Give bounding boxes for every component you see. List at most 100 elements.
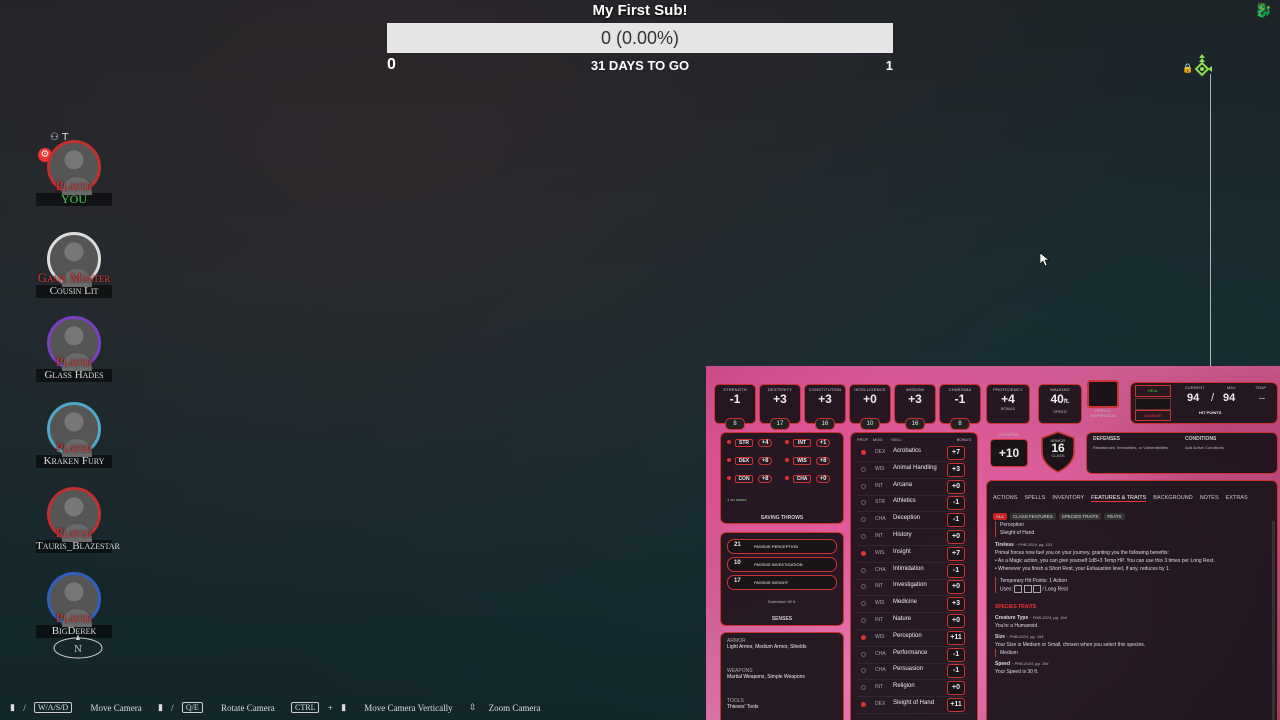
skill-row[interactable]: DEX Sleight of Hand +11 [857, 697, 967, 714]
tab-background[interactable]: BACKGROUND [1153, 495, 1192, 501]
tab-extras[interactable]: EXTRAS [1226, 495, 1248, 501]
skill-row[interactable]: INT Nature +0 [857, 613, 967, 630]
filter-feats[interactable]: FEATS [1104, 513, 1125, 520]
skill-row[interactable]: CHA Intimidation -1 [857, 563, 967, 580]
skill-bonus: -1 [947, 563, 965, 578]
proficiency-dot-icon [861, 550, 866, 556]
creature-type-title[interactable]: Creature Type [995, 615, 1028, 621]
ability-box-wisdom[interactable]: WISDOM +3 16 [894, 384, 936, 430]
ability-box-constitution[interactable]: CONSTITUTION +3 16 [804, 384, 846, 430]
ability-modifier: +3 [773, 392, 787, 406]
ability-box-charisma[interactable]: CHARISMA -1 8 [939, 384, 981, 430]
skill-bonus: +7 [947, 446, 965, 460]
tab-inventory[interactable]: INVENTORY [1052, 495, 1084, 501]
saving-throw-row[interactable]: WIS +8 [785, 457, 839, 468]
proficiency-dot-icon [861, 601, 866, 607]
filter-species-traits[interactable]: SPECIES TRAITS [1058, 513, 1102, 520]
skill-row[interactable]: INT Arcana +0 [857, 479, 967, 496]
ability-score: 16 [905, 418, 925, 430]
skill-row[interactable]: WIS Perception +11 [857, 630, 967, 647]
tab-spells[interactable]: SPELLS [1024, 495, 1045, 501]
save-ability: CON [735, 475, 753, 483]
proficiencies-box: ARMOR Light Armor, Medium Armor, Shields W… [720, 632, 844, 720]
hp-separator: / [1211, 392, 1215, 404]
player-entry[interactable]: Player Kraken Fury [36, 396, 112, 468]
skill-bonus: +3 [947, 462, 965, 477]
heal-button[interactable]: HEAL [1135, 385, 1171, 397]
skill-name: History [893, 532, 912, 538]
player-entry[interactable]: Player BigDerek [36, 566, 112, 638]
initiative-box[interactable]: INITIATIVE +10 [988, 432, 1030, 474]
use-checkbox-1[interactable] [1014, 585, 1023, 593]
damage-button[interactable]: DAMAGE [1135, 410, 1171, 421]
player-entry[interactable]: ⚙ ⚇ T Player YOU [36, 132, 112, 206]
app-logo-icon[interactable]: 🐉 [1255, 3, 1272, 19]
player-entry[interactable]: Player Glass Hades [36, 310, 112, 382]
compass-marker-icon[interactable] [1192, 54, 1212, 78]
skill-row[interactable]: CHA Persuasion -1 [857, 663, 967, 681]
features-scrollbar[interactable] [1272, 521, 1275, 720]
hp-temp[interactable]: -- [1259, 393, 1265, 403]
defenses-title[interactable]: DEFENSES [1093, 436, 1120, 442]
saving-throw-row[interactable]: INT +1 [785, 439, 839, 450]
skill-name: Persuasion [893, 666, 924, 673]
passive-label: PASSIVE INSIGHT [754, 580, 789, 585]
goal-max: 1 [885, 58, 893, 73]
zoom-camera-label: Zoom Camera [488, 702, 541, 713]
skill-bonus: +11 [947, 698, 965, 712]
tab-actions[interactable]: ACTIONS [993, 495, 1017, 501]
skill-row[interactable]: STR Athletics -1 [857, 495, 967, 513]
saving-throw-row[interactable]: DEX +8 [727, 457, 781, 468]
skill-row[interactable]: WIS Animal Handling +3 [857, 462, 967, 479]
hp-current[interactable]: 94 [1187, 392, 1199, 404]
skill-row[interactable]: INT Religion +0 [857, 680, 967, 698]
saving-throw-row[interactable]: CHA +0 [785, 475, 839, 486]
senses-box: 21 PASSIVE PERCEPTION 10 PASSIVE INVESTIGAT… [720, 532, 844, 626]
ability-score: 10 [860, 418, 880, 430]
heroic-label: HEROIC INSPIRATION [1090, 408, 1116, 418]
tireless-title[interactable]: Tireless [995, 542, 1014, 548]
skill-name: Animal Handling [893, 464, 937, 471]
character-sheet-panel[interactable]: STRENGTH -1 8 DEXTERITY +3 17 CONSTITUTION +3 16… [706, 366, 1280, 720]
speed-trait-title[interactable]: Speed [995, 661, 1010, 667]
use-checkbox-3[interactable] [1032, 585, 1041, 593]
passive-row: 17 PASSIVE INSIGHT [727, 575, 837, 590]
player-entry[interactable]: Player Tauris_Blazestar [36, 481, 120, 553]
proficiency-sub: BONUS [1000, 406, 1016, 411]
conditions-text[interactable]: Add Active Conditions [1185, 445, 1224, 450]
use-checkbox-2[interactable] [1023, 585, 1032, 593]
player-entry[interactable]: Game Master Cousin Lit [36, 226, 112, 298]
saving-throw-row[interactable]: CON +8 [727, 475, 781, 486]
mouse-icon: ▮ [157, 702, 163, 713]
heroic-inspiration[interactable]: HEROIC INSPIRATION [1086, 380, 1120, 424]
size-title[interactable]: Size [995, 634, 1005, 640]
skill-row[interactable]: WIS Insight +7 [857, 546, 967, 563]
species-traits-header: SPECIES TRAITS [995, 604, 1037, 611]
conditions-title[interactable]: CONDITIONS [1185, 436, 1216, 442]
saving-throw-row[interactable]: STR +4 [727, 439, 781, 450]
skills-header-bonus: BONUS [956, 437, 971, 442]
uses-label: Uses: [1000, 586, 1013, 593]
tireless-source: PHB-2024, pg. 121 [1018, 542, 1053, 547]
skill-row[interactable]: CHA Deception -1 [857, 512, 967, 530]
ability-box-intelligence[interactable]: INTELLIGENCE +0 10 [849, 384, 891, 430]
hp-input[interactable] [1135, 398, 1171, 410]
tab-features-traits[interactable]: FEATURES & TRAITS [1091, 495, 1147, 502]
tab-notes[interactable]: NOTES [1200, 495, 1219, 501]
ability-box-dexterity[interactable]: DEXTERITY +3 17 [759, 384, 801, 430]
skill-row[interactable]: CHA Performance -1 [857, 647, 967, 664]
feature-list-item-2: Sleight of Hand [1000, 530, 1035, 536]
passive-label: PASSIVE INVESTIGATION [754, 562, 803, 567]
tireless-bullet-2: Whenever you finish a Short Rest, your E… [998, 566, 1171, 572]
ability-box-strength[interactable]: STRENGTH -1 8 [714, 384, 756, 430]
marker-line [1210, 74, 1211, 370]
filter-class-features[interactable]: CLASS FEATURES [1010, 513, 1056, 520]
skill-row[interactable]: INT History +0 [857, 529, 967, 546]
skill-row[interactable]: WIS Medicine +3 [857, 596, 967, 614]
senses-label[interactable]: SENSES [721, 616, 843, 622]
skill-row[interactable]: INT Investigation +0 [857, 579, 967, 597]
saving-throws-label[interactable]: SAVING THROWS [721, 515, 843, 521]
filter-all[interactable]: ALL [993, 513, 1008, 520]
skill-row[interactable]: DEX Acrobatics +7 [857, 445, 967, 462]
proficiency-value: +4 [1001, 392, 1015, 406]
